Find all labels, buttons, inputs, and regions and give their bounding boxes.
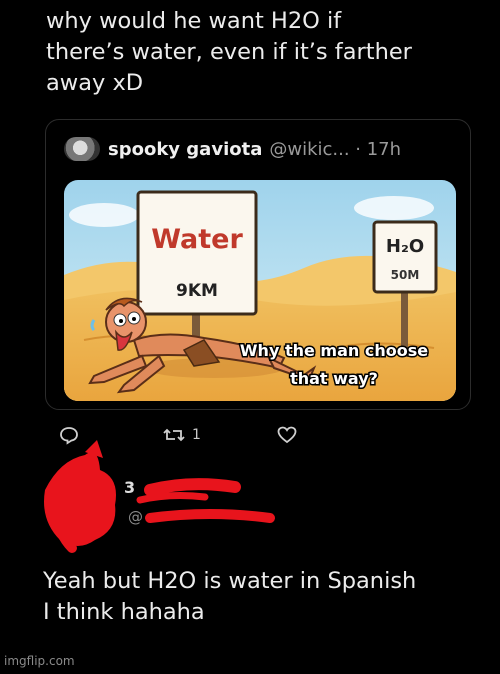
imgflip-watermark: imgflip.com — [4, 654, 75, 668]
post-text: why would he want H2O if there’s water, … — [46, 6, 486, 99]
reply-button[interactable] — [58, 424, 80, 446]
quoted-tweet-header: spooky gaviota @wikic... · 17h — [64, 136, 401, 162]
retweet-icon — [163, 428, 185, 442]
retweet-count: 1 — [192, 427, 201, 443]
sign-right-title: H₂O — [386, 236, 424, 257]
retweet-button[interactable]: 1 — [162, 424, 201, 446]
post-text-line: why would he want H2O if — [46, 8, 342, 34]
meme-image[interactable]: Water 9KM H₂O 50M Why the man choose tha… — [64, 180, 456, 401]
post-text-line: away xD — [46, 70, 144, 96]
reply-text-line: I think hahaha — [43, 599, 205, 625]
like-button[interactable] — [276, 424, 298, 446]
quoted-author-name[interactable]: spooky gaviota — [108, 139, 262, 160]
meme-caption-line1: Why the man choose — [240, 341, 428, 360]
reply-text-line: Yeah but H2O is water in Spanish — [43, 568, 417, 594]
reply-author-name[interactable]: 3 — [124, 478, 135, 497]
action-bar: 1 — [58, 424, 318, 446]
post-text-line: there’s water, even if it’s farther — [46, 39, 412, 65]
heart-icon — [277, 426, 297, 444]
sign-right-distance: 50M — [391, 268, 420, 282]
reply-icon — [60, 427, 78, 445]
quoted-author-handle-time: @wikic... · 17h — [269, 138, 402, 160]
reply-text: Yeah but H2O is water in Spanish I think… — [43, 566, 488, 628]
sign-left-distance: 9KM — [176, 281, 218, 301]
meme-illustration: Water 9KM H₂O 50M Why the man choose tha… — [64, 180, 456, 401]
sign-left-title: Water — [151, 224, 243, 255]
meme-caption-line2: that way? — [290, 369, 378, 388]
avatar[interactable] — [64, 137, 100, 161]
reply-author-handle: @ — [128, 508, 143, 526]
